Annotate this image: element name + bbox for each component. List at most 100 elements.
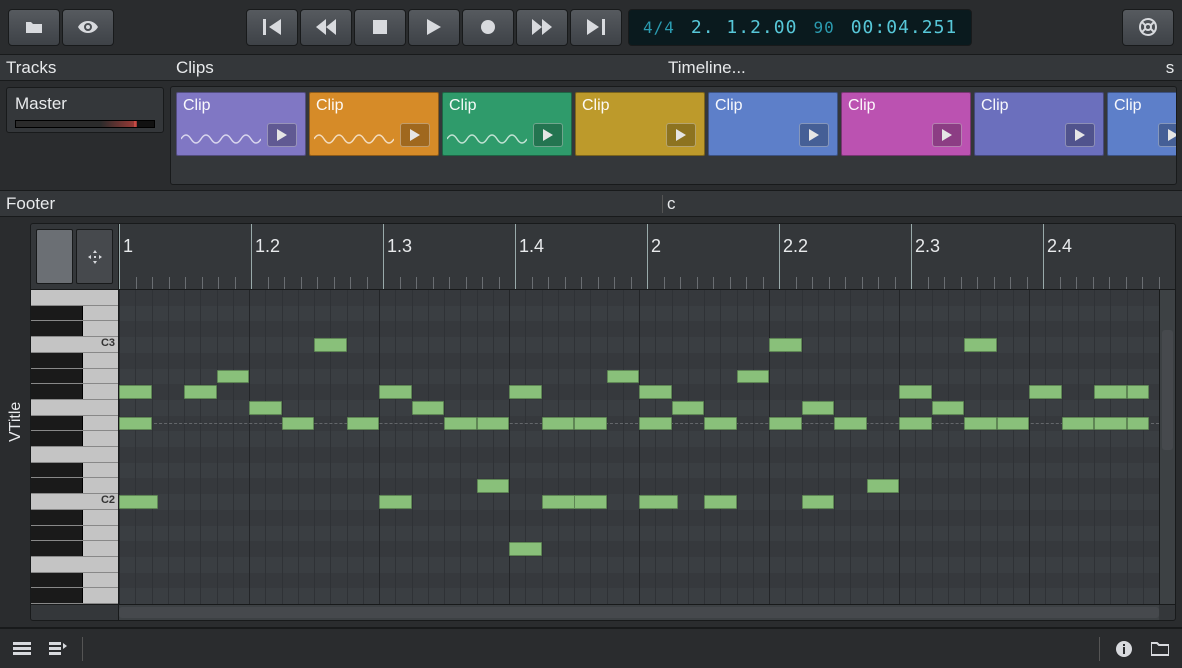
piano-key[interactable] (31, 306, 118, 322)
midi-note[interactable] (217, 370, 250, 384)
piano-key[interactable] (31, 541, 118, 557)
record-button[interactable] (462, 9, 514, 46)
clip-play-button[interactable] (1065, 123, 1095, 147)
midi-note[interactable] (607, 370, 640, 384)
tool-move-button[interactable] (76, 229, 113, 284)
piano-key[interactable] (31, 463, 118, 479)
midi-note[interactable] (119, 417, 152, 431)
midi-note[interactable] (574, 417, 607, 431)
midi-note[interactable] (509, 385, 542, 399)
clip-5[interactable]: Clip (841, 92, 971, 156)
midi-note[interactable] (1127, 385, 1150, 399)
midi-note[interactable] (964, 338, 997, 352)
piano-key[interactable] (31, 353, 118, 369)
clip-7[interactable]: Clip (1107, 92, 1177, 156)
clip-play-button[interactable] (267, 123, 297, 147)
midi-note[interactable] (834, 417, 867, 431)
piano-key[interactable] (31, 588, 118, 604)
footer-label[interactable]: Footer (0, 194, 662, 214)
midi-note[interactable] (639, 495, 678, 509)
midi-note[interactable] (314, 338, 347, 352)
piano-key[interactable] (31, 416, 118, 432)
midi-note[interactable] (1127, 417, 1150, 431)
scrollbar-thumb[interactable] (119, 607, 1159, 618)
play-button[interactable] (408, 9, 460, 46)
midi-note[interactable] (412, 401, 445, 415)
clip-2[interactable]: Clip (442, 92, 572, 156)
midi-note[interactable] (379, 385, 412, 399)
clip-0[interactable]: Clip (176, 92, 306, 156)
piano-keyboard[interactable]: C3 C2 (31, 290, 119, 604)
midi-note[interactable] (282, 417, 315, 431)
note-grid[interactable] (119, 290, 1159, 604)
midi-note[interactable] (477, 417, 510, 431)
midi-note[interactable] (639, 417, 672, 431)
midi-note[interactable] (1029, 385, 1062, 399)
piano-key[interactable] (31, 290, 118, 306)
midi-note[interactable] (672, 401, 705, 415)
midi-note[interactable] (444, 417, 477, 431)
tracks-header[interactable]: Tracks (0, 58, 170, 78)
scrollbar-thumb[interactable] (1162, 330, 1173, 450)
midi-note[interactable] (802, 495, 835, 509)
piano-key[interactable] (31, 478, 118, 494)
piano-key[interactable] (31, 431, 118, 447)
vertical-scrollbar[interactable] (1159, 290, 1175, 604)
timeline-header[interactable]: Timeline... (662, 58, 1158, 78)
midi-note[interactable] (542, 417, 575, 431)
piano-key[interactable] (31, 321, 118, 337)
midi-note[interactable] (704, 417, 737, 431)
midi-note[interactable] (899, 417, 932, 431)
piano-key[interactable]: C3 (31, 337, 118, 353)
footer-c[interactable]: c (662, 195, 676, 213)
midi-note[interactable] (964, 417, 997, 431)
midi-note[interactable] (379, 495, 412, 509)
clip-4[interactable]: Clip (708, 92, 838, 156)
midi-note[interactable] (574, 495, 607, 509)
ruler[interactable]: 11.21.31.422.22.32.4 (119, 224, 1175, 289)
midi-note[interactable] (737, 370, 770, 384)
clip-6[interactable]: Clip (974, 92, 1104, 156)
master-track[interactable]: Master (6, 87, 164, 133)
tool-select-button[interactable] (36, 229, 73, 284)
stop-button[interactable] (354, 9, 406, 46)
transport-display[interactable]: 4/4 2. 1.2.00 90 00:04.251 (628, 9, 972, 46)
clip-1[interactable]: Clip (309, 92, 439, 156)
piano-key[interactable] (31, 557, 118, 573)
piano-key[interactable] (31, 400, 118, 416)
piano-key[interactable]: C2 (31, 494, 118, 510)
clip-play-button[interactable] (533, 123, 563, 147)
piano-key[interactable] (31, 384, 118, 400)
piano-key[interactable] (31, 573, 118, 589)
goto-start-button[interactable] (246, 9, 298, 46)
list-view-icon[interactable] (10, 637, 34, 661)
fast-forward-button[interactable] (516, 9, 568, 46)
clips-header[interactable]: Clips (170, 58, 662, 78)
midi-note[interactable] (704, 495, 737, 509)
midi-note[interactable] (1094, 417, 1127, 431)
piano-key[interactable] (31, 526, 118, 542)
midi-note[interactable] (867, 479, 900, 493)
midi-note[interactable] (802, 401, 835, 415)
piano-roll-view-icon[interactable] (46, 637, 70, 661)
s-header[interactable]: s (1158, 58, 1182, 78)
info-icon[interactable] (1112, 637, 1136, 661)
midi-note[interactable] (119, 495, 158, 509)
piano-key[interactable] (31, 447, 118, 463)
rewind-button[interactable] (300, 9, 352, 46)
midi-note[interactable] (932, 401, 965, 415)
midi-note[interactable] (769, 338, 802, 352)
midi-note[interactable] (1062, 417, 1095, 431)
midi-note[interactable] (249, 401, 282, 415)
clip-play-button[interactable] (932, 123, 962, 147)
clip-play-button[interactable] (799, 123, 829, 147)
view-button[interactable] (62, 9, 114, 46)
midi-note[interactable] (769, 417, 802, 431)
clips-row[interactable]: ClipClipClipClipClipClipClipClip (170, 86, 1177, 185)
piano-key[interactable] (31, 369, 118, 385)
midi-note[interactable] (1094, 385, 1127, 399)
horizontal-scrollbar[interactable] (31, 604, 1175, 620)
help-button[interactable] (1122, 9, 1174, 46)
midi-note[interactable] (509, 542, 542, 556)
piano-key[interactable] (31, 510, 118, 526)
